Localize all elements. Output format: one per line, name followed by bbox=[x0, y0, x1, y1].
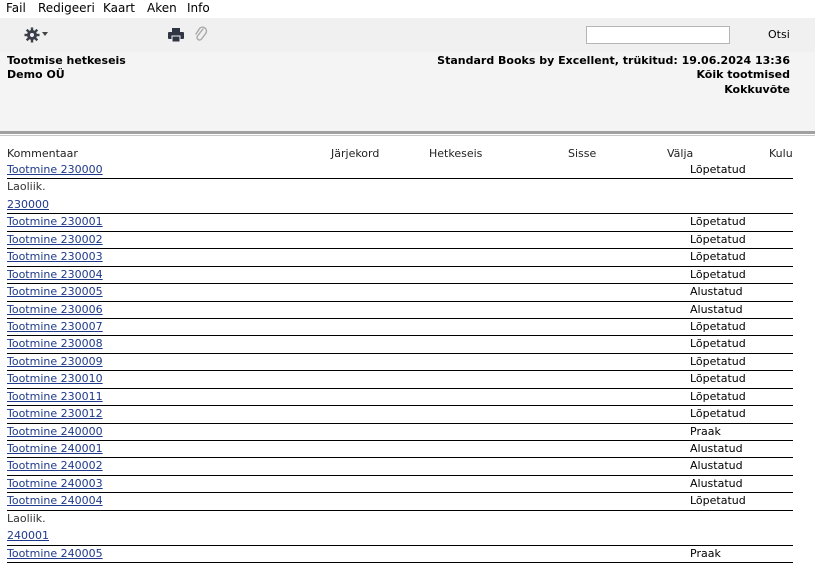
row-status: Lõpetatud bbox=[690, 163, 746, 176]
report-filter: Kõik tootmised bbox=[696, 68, 790, 81]
menu-bar: Fail Redigeeri Kaart Aken Info bbox=[0, 0, 815, 17]
table-row: Tootmine 230006 Alustatud bbox=[7, 302, 793, 319]
menu-file[interactable]: Fail bbox=[6, 1, 26, 15]
table-row: Tootmine 230002 Lõpetatud bbox=[7, 232, 793, 250]
row-status: Alustatud bbox=[690, 285, 743, 299]
report-header: Tootmise hetkeseis Demo OÜ Standard Book… bbox=[0, 52, 815, 131]
stock-code-link[interactable]: 240001 bbox=[7, 529, 49, 543]
header-divider bbox=[0, 131, 815, 134]
production-link[interactable]: Tootmine 230010 bbox=[7, 372, 103, 386]
row-status: Lõpetatud bbox=[690, 337, 746, 351]
production-link[interactable]: Tootmine 230002 bbox=[7, 233, 103, 247]
paperclip-icon[interactable] bbox=[194, 26, 208, 44]
table-row: Tootmine 240005 Praak bbox=[7, 546, 793, 564]
production-link[interactable]: Tootmine 230008 bbox=[7, 337, 103, 351]
production-link[interactable]: Tootmine 230009 bbox=[7, 355, 103, 369]
toolbar: Otsi bbox=[0, 18, 815, 52]
production-link[interactable]: Tootmine 230012 bbox=[7, 407, 103, 421]
row-status: Lõpetatud bbox=[690, 494, 746, 508]
production-link[interactable]: Tootmine 240005 bbox=[7, 547, 103, 561]
print-info: Standard Books by Excellent, trükitud: 1… bbox=[437, 54, 790, 67]
header-divider-thin bbox=[0, 135, 815, 136]
table-row: Tootmine 230003 Lõpetatud bbox=[7, 249, 793, 267]
production-link[interactable]: Tootmine 240002 bbox=[7, 459, 103, 473]
production-link[interactable]: Tootmine 230007 bbox=[7, 320, 103, 334]
production-link[interactable]: Tootmine 230004 bbox=[7, 268, 103, 282]
table-row: Tootmine 240001 Alustatud bbox=[7, 441, 793, 459]
stock-code-link[interactable]: 230000 bbox=[7, 198, 49, 212]
table-row: Tootmine 230008 Lõpetatud bbox=[7, 336, 793, 354]
search-input[interactable] bbox=[586, 26, 730, 44]
row-status: Lõpetatud bbox=[690, 319, 746, 333]
report-mode: Kokkuvõte bbox=[724, 83, 790, 96]
note-label: Laoliik. bbox=[7, 511, 46, 525]
row-status: Lõpetatud bbox=[690, 389, 746, 403]
row-status: Lõpetatud bbox=[690, 215, 746, 229]
column-headers: Kommentaar Järjekord Hetkeseis Sisse Väl… bbox=[0, 147, 815, 161]
production-link[interactable]: Tootmine 240001 bbox=[7, 442, 103, 456]
col-cost: Kulu bbox=[769, 147, 793, 160]
row-status: Lõpetatud bbox=[690, 372, 746, 386]
table-row: Tootmine 240000 Praak bbox=[7, 424, 793, 441]
table-row: Tootmine 230012 Lõpetatud bbox=[7, 406, 793, 424]
row-status: Lõpetatud bbox=[690, 407, 746, 421]
table-row: Tootmine 230011 Lõpetatud bbox=[7, 389, 793, 407]
table-row: Tootmine 230004 Lõpetatud bbox=[7, 267, 793, 285]
menu-window[interactable]: Aken bbox=[147, 1, 177, 15]
production-link[interactable]: Tootmine 230005 bbox=[7, 285, 103, 299]
menu-info[interactable]: Info bbox=[187, 1, 210, 15]
row-status: Alustatud bbox=[690, 476, 743, 490]
production-link[interactable]: Tootmine 240000 bbox=[7, 425, 103, 439]
report-rows: Tootmine 230000 Lõpetatud Laoliik. 230000 To… bbox=[7, 162, 793, 564]
note-label: Laoliik. bbox=[7, 180, 46, 194]
company-name: Demo OÜ bbox=[7, 68, 65, 81]
table-row: Tootmine 230005 Alustatud bbox=[7, 284, 793, 302]
printer-icon[interactable] bbox=[168, 28, 184, 42]
row-status: Alustatud bbox=[690, 302, 743, 316]
code-row: 230000 bbox=[7, 197, 793, 215]
row-status: Alustatud bbox=[690, 442, 743, 455]
report-title: Tootmise hetkeseis bbox=[7, 54, 126, 67]
table-row: Tootmine 230009 Lõpetatud bbox=[7, 354, 793, 372]
table-row: Tootmine 240004 Lõpetatud bbox=[7, 493, 793, 511]
menu-card[interactable]: Kaart bbox=[103, 1, 135, 15]
table-row: Tootmine 230007 Lõpetatud bbox=[7, 319, 793, 337]
col-in: Sisse bbox=[568, 147, 597, 160]
row-status: Praak bbox=[690, 424, 721, 438]
production-link[interactable]: Tootmine 240004 bbox=[7, 494, 103, 508]
table-row: Tootmine 230001 Lõpetatud bbox=[7, 214, 793, 232]
menu-edit[interactable]: Redigeeri bbox=[38, 1, 95, 15]
col-status: Hetkeseis bbox=[429, 147, 483, 160]
production-link[interactable]: Tootmine 230003 bbox=[7, 250, 103, 264]
code-row: 240001 bbox=[7, 528, 793, 546]
search-button[interactable]: Otsi bbox=[768, 28, 790, 42]
table-row: Tootmine 240003 Alustatud bbox=[7, 476, 793, 494]
row-status: Lõpetatud bbox=[690, 267, 746, 281]
table-row: Tootmine 230010 Lõpetatud bbox=[7, 371, 793, 389]
table-row: Tootmine 240002 Alustatud bbox=[7, 458, 793, 476]
col-order: Järjekord bbox=[331, 147, 380, 160]
note-row: Laoliik. bbox=[7, 511, 793, 528]
production-link[interactable]: Tootmine 230006 bbox=[7, 303, 103, 317]
row-status: Praak bbox=[690, 546, 721, 560]
table-row: Tootmine 230000 Lõpetatud bbox=[7, 162, 793, 180]
row-status: Lõpetatud bbox=[690, 232, 746, 246]
col-out: Välja bbox=[667, 147, 694, 160]
note-row: Laoliik. bbox=[7, 179, 793, 196]
production-link[interactable]: Tootmine 230011 bbox=[7, 390, 103, 404]
gear-icon[interactable] bbox=[24, 27, 40, 43]
row-status: Alustatud bbox=[690, 459, 743, 473]
row-status: Lõpetatud bbox=[690, 354, 746, 368]
row-status: Lõpetatud bbox=[690, 250, 746, 264]
production-link[interactable]: Tootmine 230000 bbox=[7, 163, 103, 177]
chevron-down-icon[interactable] bbox=[42, 32, 48, 36]
production-link[interactable]: Tootmine 240003 bbox=[7, 477, 103, 491]
col-comment: Kommentaar bbox=[7, 147, 78, 160]
production-link[interactable]: Tootmine 230001 bbox=[7, 215, 103, 229]
